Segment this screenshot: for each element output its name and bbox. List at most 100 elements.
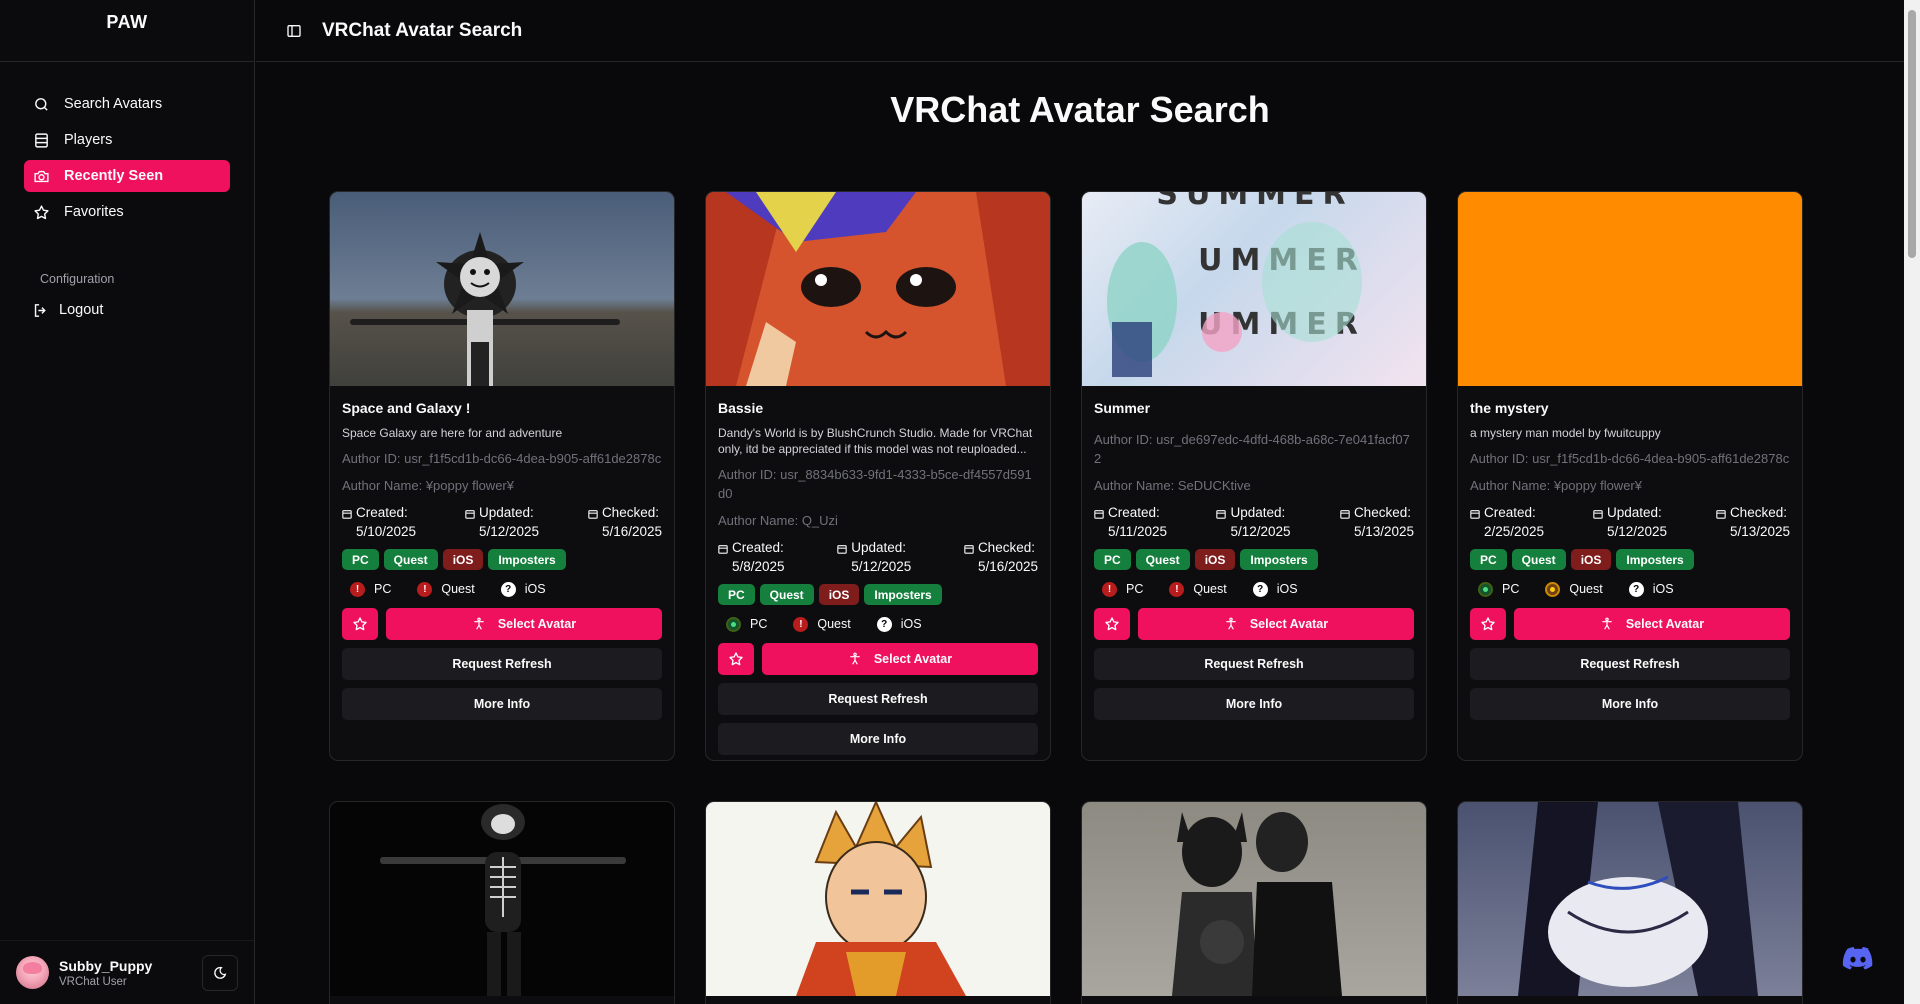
- request-refresh-button[interactable]: Request Refresh: [718, 683, 1038, 715]
- select-avatar-label: Select Avatar: [873, 652, 953, 666]
- more-info-button[interactable]: More Info: [1470, 688, 1790, 720]
- sidebar-nav: Search Avatars Players Recently Seen Fav…: [0, 62, 254, 326]
- moon-sun-icon: [214, 966, 227, 979]
- theme-toggle-button[interactable]: [202, 954, 238, 991]
- calendar-icon: [1716, 510, 1726, 519]
- star-icon: [1481, 617, 1495, 631]
- avatar-thumbnail[interactable]: [706, 802, 1050, 996]
- updated-date: 5/12/2025: [851, 559, 912, 574]
- favorite-button[interactable]: [1470, 608, 1506, 640]
- header-title: VRChat Avatar Search: [322, 19, 523, 41]
- avatar-card: [1081, 801, 1427, 1004]
- calendar-icon: [588, 510, 598, 519]
- star-icon: [1105, 617, 1119, 631]
- avatar-thumbnail[interactable]: [330, 802, 674, 996]
- created-date: 5/11/2025: [1108, 524, 1168, 539]
- user-panel[interactable]: Subby_Puppy VRChat User: [0, 940, 254, 1004]
- sidebar-item-logout[interactable]: Logout: [24, 294, 230, 326]
- avatar-thumbnail[interactable]: [1082, 802, 1426, 996]
- avatar-description: Space Galaxy are here for and adventure: [342, 426, 563, 440]
- scrollbar-thumb[interactable]: [1908, 10, 1916, 258]
- tag-ios: iOS: [1194, 549, 1236, 570]
- avatar-card: the mystery a mystery man model by fwuit…: [1457, 191, 1803, 761]
- tag-quest: Quest: [383, 549, 438, 570]
- avatar: [16, 956, 49, 989]
- avatar-name: the mystery: [1470, 400, 1549, 416]
- status-label: iOS: [900, 617, 922, 631]
- page-scrollbar[interactable]: [1904, 0, 1920, 1004]
- platform-tags: PC Quest iOS Imposters: [1094, 549, 1414, 570]
- sidebar-toggle-icon[interactable]: [286, 23, 302, 39]
- sidebar-item-players[interactable]: Players: [24, 124, 230, 156]
- tag-pc: PC: [1094, 549, 1131, 570]
- platform-status: PC ! Quest ? iOS: [718, 613, 1038, 635]
- checked-label: Checked:: [977, 540, 1035, 555]
- avatar-thumbnail[interactable]: [1458, 802, 1802, 996]
- created-label: Created:: [732, 540, 784, 555]
- updated-date: 5/12/2025: [478, 524, 540, 539]
- question-icon: ?: [876, 616, 892, 632]
- header: VRChat Avatar Search: [256, 0, 1904, 62]
- avatar-card: [705, 801, 1051, 1004]
- more-info-button[interactable]: More Info: [342, 688, 662, 720]
- request-refresh-button[interactable]: Request Refresh: [1094, 648, 1414, 680]
- person-icon: [1226, 617, 1236, 630]
- status-label: PC: [1126, 582, 1144, 596]
- avatar-thumbnail[interactable]: [706, 192, 1050, 386]
- status-label: Quest: [441, 582, 475, 596]
- select-avatar-label: Select Avatar: [1625, 617, 1705, 631]
- created-label: Created:: [1108, 505, 1160, 520]
- avatar-thumbnail[interactable]: [1458, 192, 1802, 386]
- user-role: VRChat User: [59, 975, 127, 988]
- request-refresh-button[interactable]: Request Refresh: [342, 648, 662, 680]
- created-date: 5/8/2025: [732, 559, 785, 574]
- sidebar-item-favorites[interactable]: Favorites: [24, 196, 230, 228]
- calendar-icon: [837, 545, 847, 554]
- brand-logo[interactable]: PAW: [0, 0, 254, 62]
- select-avatar-label: Select Avatar: [1249, 617, 1329, 631]
- author-id: Author ID: usr_f1f5cd1b-dc66-4dea-b905-a…: [1470, 451, 1790, 466]
- error-icon: !: [1102, 581, 1117, 597]
- error-icon: !: [1169, 581, 1185, 597]
- warning-icon: [1545, 581, 1561, 597]
- sidebar-item-recently-seen[interactable]: Recently Seen: [24, 160, 230, 192]
- platform-tags: PC Quest iOS Imposters: [1470, 549, 1790, 570]
- favorite-button[interactable]: [342, 608, 378, 640]
- camera-icon: [34, 170, 49, 182]
- avatar-card: Space and Galaxy ! Space Galaxy are here…: [329, 191, 675, 761]
- person-icon: [1602, 617, 1612, 630]
- person-icon: [850, 652, 860, 665]
- avatar-name: Summer: [1094, 400, 1151, 416]
- more-info-button[interactable]: More Info: [718, 723, 1038, 755]
- sidebar-item-label: Search Avatars: [64, 96, 163, 112]
- avatar-thumbnail[interactable]: [330, 192, 674, 386]
- more-info-button[interactable]: More Info: [1094, 688, 1414, 720]
- created-label: Created:: [1484, 505, 1536, 520]
- date-row: Created: 5/11/2025 Updated: 5/12/2025 Chec…: [1094, 503, 1414, 541]
- discord-icon[interactable]: [1842, 946, 1874, 972]
- author-name: Author Name: ¥poppy flower¥: [1470, 478, 1642, 493]
- select-avatar-button[interactable]: Select Avatar: [386, 608, 662, 640]
- tag-pc: PC: [1470, 549, 1507, 570]
- calendar-icon: [1340, 510, 1350, 519]
- tag-imposters: Imposters: [864, 584, 942, 605]
- avatar-thumbnail[interactable]: SUMMER UMMER UMMER: [1082, 192, 1426, 386]
- star-icon: [353, 617, 367, 631]
- checked-date: 5/13/2025: [1729, 524, 1790, 539]
- request-refresh-button[interactable]: Request Refresh: [1470, 648, 1790, 680]
- select-avatar-button[interactable]: Select Avatar: [1514, 608, 1790, 640]
- favorite-button[interactable]: [718, 643, 754, 675]
- select-avatar-button[interactable]: Select Avatar: [1138, 608, 1414, 640]
- author-id: Author ID: usr_8834b633-9fd1-4333-b5ce-d…: [718, 467, 1032, 501]
- favorite-button[interactable]: [1094, 608, 1130, 640]
- avatar-name: Space and Galaxy !: [342, 400, 471, 416]
- calendar-icon: [964, 545, 974, 554]
- status-label: iOS: [1652, 582, 1674, 596]
- status-label: Quest: [817, 617, 851, 631]
- error-icon: !: [350, 581, 365, 597]
- sidebar-item-label: Favorites: [64, 204, 124, 220]
- sidebar-item-search-avatars[interactable]: Search Avatars: [24, 88, 230, 120]
- select-avatar-button[interactable]: Select Avatar: [762, 643, 1038, 675]
- status-label: PC: [1502, 582, 1520, 596]
- status-label: Quest: [1193, 582, 1227, 596]
